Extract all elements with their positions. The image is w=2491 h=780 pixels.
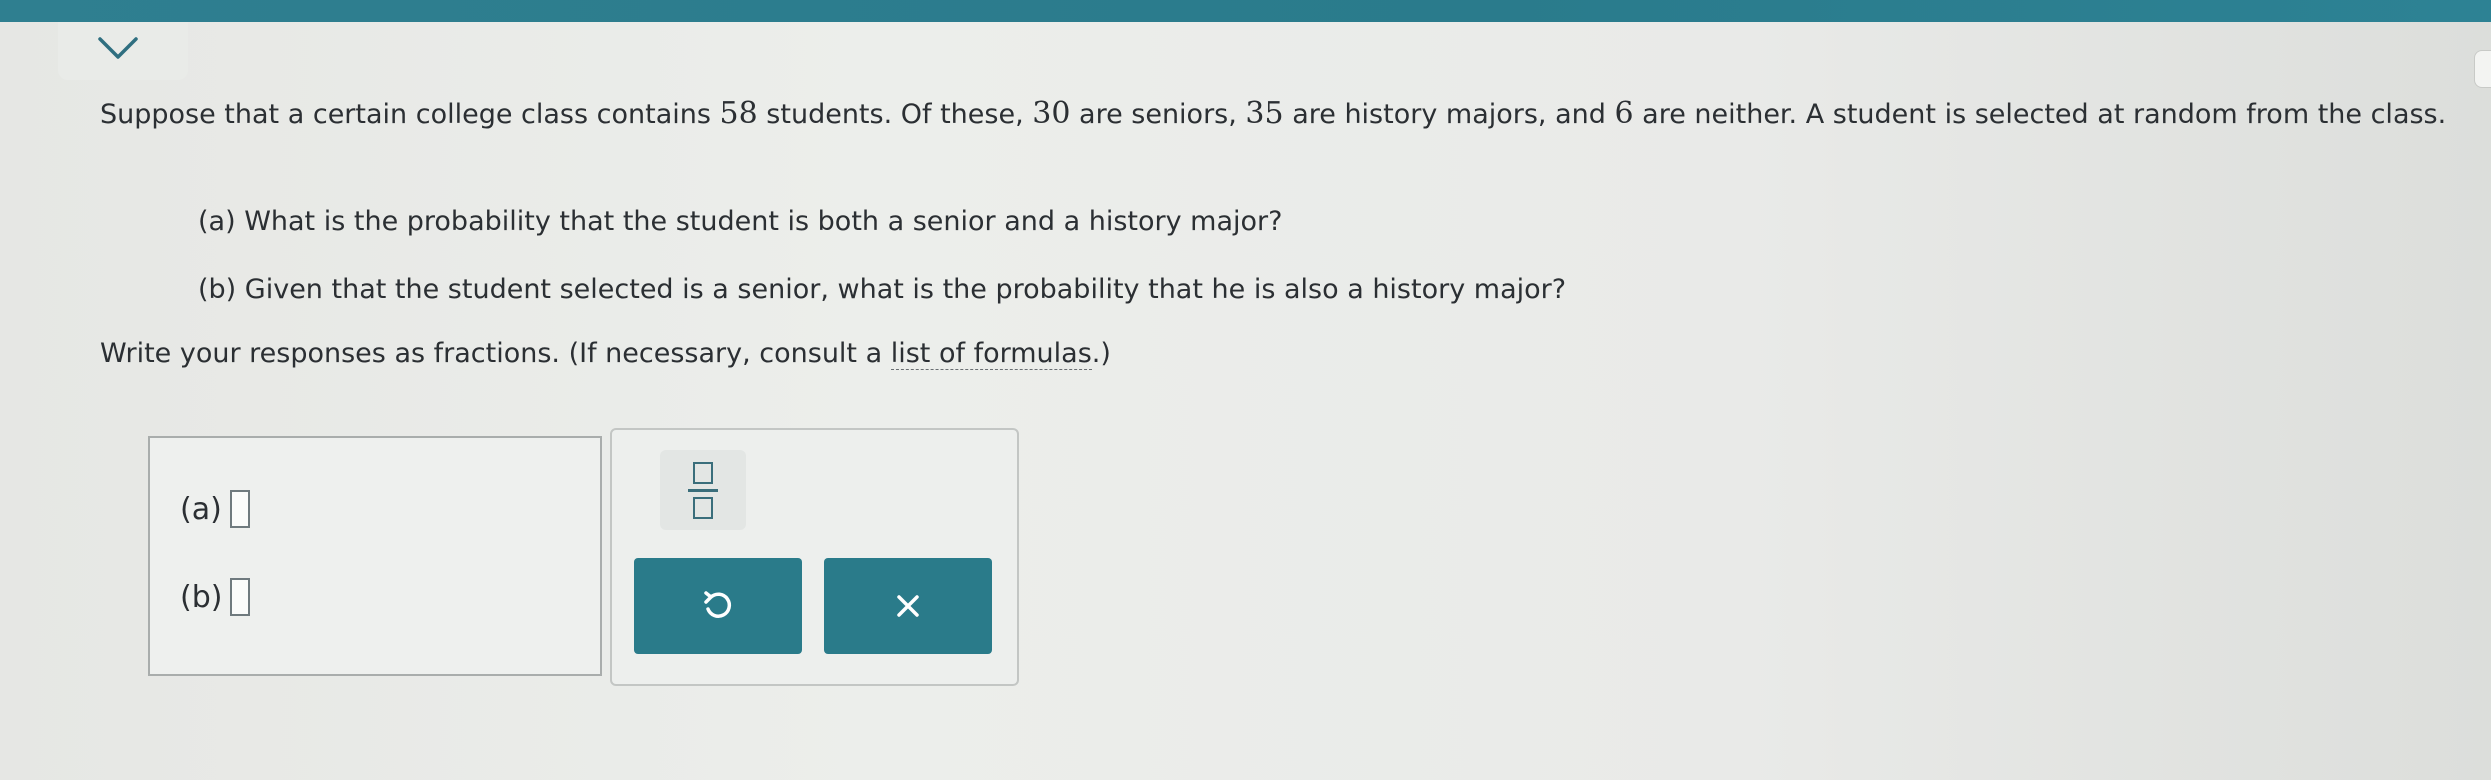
- answer-box: (a) (b): [148, 436, 602, 676]
- answer-input-b[interactable]: [230, 578, 251, 616]
- formulas-link[interactable]: list of formulas: [890, 338, 1092, 370]
- chevron-down-icon: [98, 37, 138, 59]
- fraction-denominator-box: [693, 496, 713, 519]
- answer-label-b: (b): [180, 579, 223, 615]
- undo-button[interactable]: [634, 558, 802, 654]
- fraction-icon: [693, 461, 713, 484]
- problem-statement: Suppose that a certain college class con…: [100, 96, 2447, 131]
- question-a: (a) What is the probability that the stu…: [198, 206, 1283, 237]
- question-b: (b) Given that the student selected is a…: [198, 274, 1567, 305]
- answer-row-b: (b): [180, 578, 251, 616]
- collapse-button[interactable]: [88, 28, 148, 68]
- student-count: 58: [719, 96, 758, 131]
- instructions: Write your responses as fractions. (If n…: [100, 338, 1111, 370]
- fraction-button[interactable]: [660, 450, 746, 530]
- senior-count: 30: [1032, 96, 1071, 131]
- clear-button[interactable]: [824, 558, 992, 654]
- answer-row-a: (a): [180, 490, 250, 528]
- undo-icon: [704, 591, 731, 618]
- close-icon: [897, 595, 919, 617]
- fraction-bar: [688, 488, 718, 492]
- answer-input-a[interactable]: [229, 490, 250, 528]
- history-count: 35: [1245, 96, 1284, 131]
- scrollbar-handle[interactable]: [2474, 50, 2491, 88]
- top-bar: [0, 0, 2491, 22]
- neither-count: 6: [1614, 96, 1634, 131]
- answer-label-a: (a): [180, 491, 222, 527]
- math-toolbar: [610, 428, 1019, 686]
